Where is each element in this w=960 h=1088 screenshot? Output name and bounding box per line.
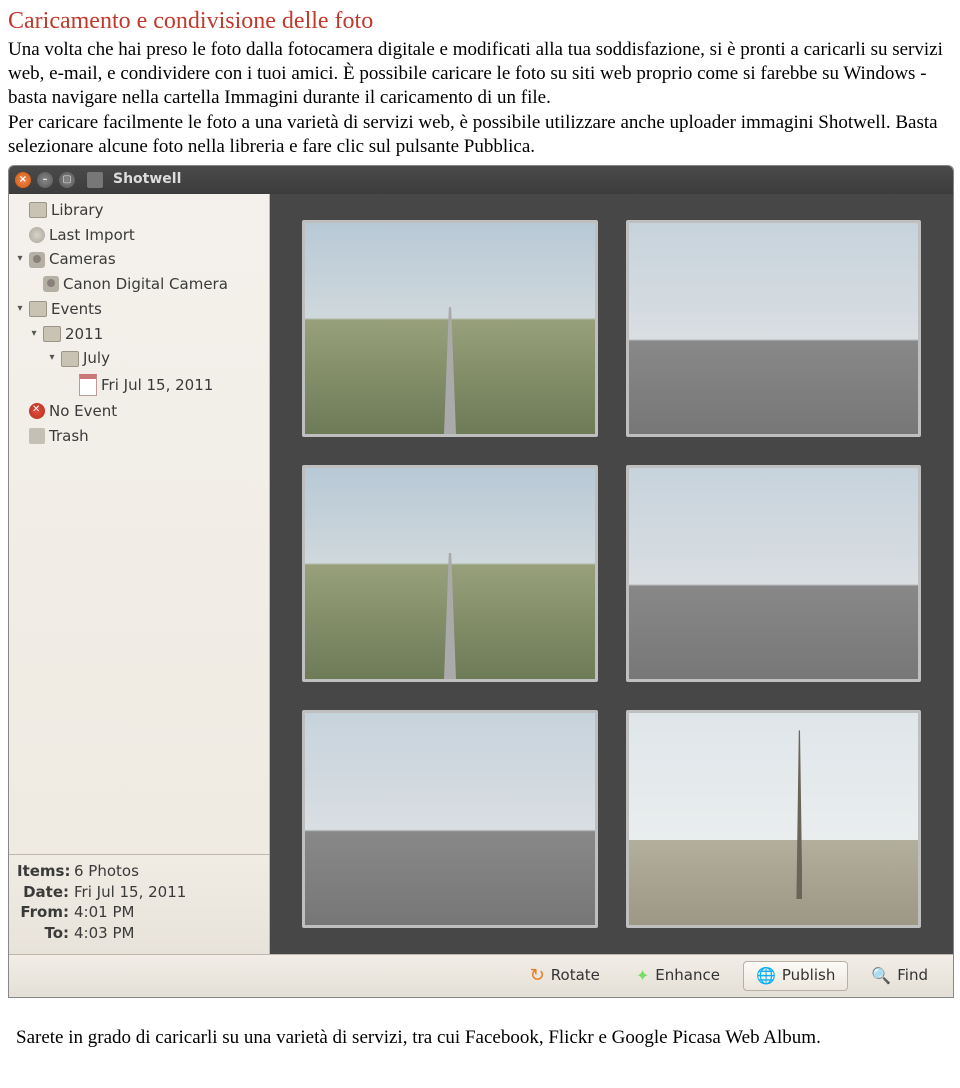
button-label: Find — [897, 966, 928, 985]
sidebar-item-year[interactable]: ▾ 2011 — [11, 322, 267, 347]
info-items-value: 6 Photos — [74, 862, 139, 881]
info-items-label: Items: — [17, 862, 69, 881]
trash-icon — [29, 428, 45, 444]
folder-icon — [61, 351, 79, 367]
sidebar-label: July — [83, 349, 110, 368]
window-maximize-button[interactable]: ▢ — [59, 172, 75, 188]
doc-paragraph-1: Una volta che hai preso le foto dalla fo… — [8, 38, 952, 109]
info-panel: Items: 6 Photos Date: Fri Jul 15, 2011 F… — [9, 854, 269, 954]
info-date-label: Date: — [17, 883, 69, 902]
info-date-value: Fri Jul 15, 2011 — [74, 883, 186, 902]
sidebar-item-library[interactable]: ▾ Library — [11, 198, 267, 223]
photo-thumbnail[interactable] — [302, 465, 598, 682]
info-from-value: 4:01 PM — [74, 903, 134, 922]
button-label: Publish — [782, 966, 835, 985]
sidebar-item-camera-model[interactable]: ▾ Canon Digital Camera — [11, 272, 267, 297]
sidebar-label: 2011 — [65, 325, 103, 344]
sidebar-label: Events — [51, 300, 102, 319]
sidebar-item-no-event[interactable]: No Event — [11, 399, 267, 424]
app-icon — [87, 172, 103, 188]
folder-icon — [43, 326, 61, 342]
sidebar-label: Canon Digital Camera — [63, 275, 228, 294]
sidebar-label: Fri Jul 15, 2011 — [101, 376, 213, 395]
calendar-icon — [79, 374, 97, 396]
sidebar-label: No Event — [49, 402, 117, 421]
sidebar-item-cameras[interactable]: ▾ Cameras — [11, 247, 267, 272]
folder-icon — [29, 301, 47, 317]
sidebar-item-events[interactable]: ▾ Events — [11, 297, 267, 322]
publish-icon: 🌐 — [756, 966, 776, 986]
sidebar-label: Cameras — [49, 250, 116, 269]
sidebar-item-last-import[interactable]: Last Import — [11, 223, 267, 248]
sidebar-item-date[interactable]: ▾ Fri Jul 15, 2011 — [11, 371, 267, 399]
find-icon: 🔍 — [871, 966, 891, 986]
sidebar-item-trash[interactable]: Trash — [11, 424, 267, 449]
photo-thumbnail[interactable] — [302, 220, 598, 437]
shotwell-window: × – ▢ Shotwell ▾ Library Last Import — [8, 165, 954, 998]
no-event-icon — [29, 403, 45, 419]
camera-icon — [43, 276, 59, 292]
publish-button[interactable]: 🌐 Publish — [743, 961, 848, 991]
button-label: Enhance — [655, 966, 720, 985]
info-to-value: 4:03 PM — [74, 924, 134, 943]
window-titlebar: × – ▢ Shotwell — [9, 166, 953, 194]
photo-grid — [270, 194, 953, 954]
photo-thumbnail[interactable] — [626, 220, 922, 437]
rotate-button[interactable]: ↻ Rotate — [517, 960, 613, 993]
button-label: Rotate — [551, 966, 600, 985]
photo-thumbnail[interactable] — [626, 465, 922, 682]
sidebar-tree: ▾ Library Last Import ▾ Cameras — [9, 194, 269, 854]
info-from-label: From: — [17, 903, 69, 922]
sidebar-label: Last Import — [49, 226, 135, 245]
enhance-icon: ✦ — [636, 966, 649, 986]
find-button[interactable]: 🔍 Find — [858, 961, 941, 991]
photo-thumbnail[interactable] — [626, 710, 922, 927]
camera-icon — [29, 252, 45, 268]
enhance-button[interactable]: ✦ Enhance — [623, 961, 733, 991]
info-to-label: To: — [17, 924, 69, 943]
rotate-icon: ↻ — [530, 965, 545, 988]
doc-heading: Caricamento e condivisione delle foto — [8, 6, 952, 36]
window-minimize-button[interactable]: – — [37, 172, 53, 188]
library-icon — [29, 202, 47, 218]
sidebar-label: Library — [51, 201, 103, 220]
bottom-toolbar: ↻ Rotate ✦ Enhance 🌐 Publish 🔍 Find — [9, 954, 953, 997]
last-import-icon — [29, 227, 45, 243]
sidebar: ▾ Library Last Import ▾ Cameras — [9, 194, 270, 954]
sidebar-item-month[interactable]: ▾ July — [11, 346, 267, 371]
doc-footer: Sarete in grado di caricarli su una vari… — [8, 998, 952, 1056]
window-title: Shotwell — [113, 171, 181, 189]
sidebar-label: Trash — [49, 427, 89, 446]
photo-thumbnail[interactable] — [302, 710, 598, 927]
doc-paragraph-2: Per caricare facilmente le foto a una va… — [8, 111, 952, 159]
window-close-button[interactable]: × — [15, 172, 31, 188]
